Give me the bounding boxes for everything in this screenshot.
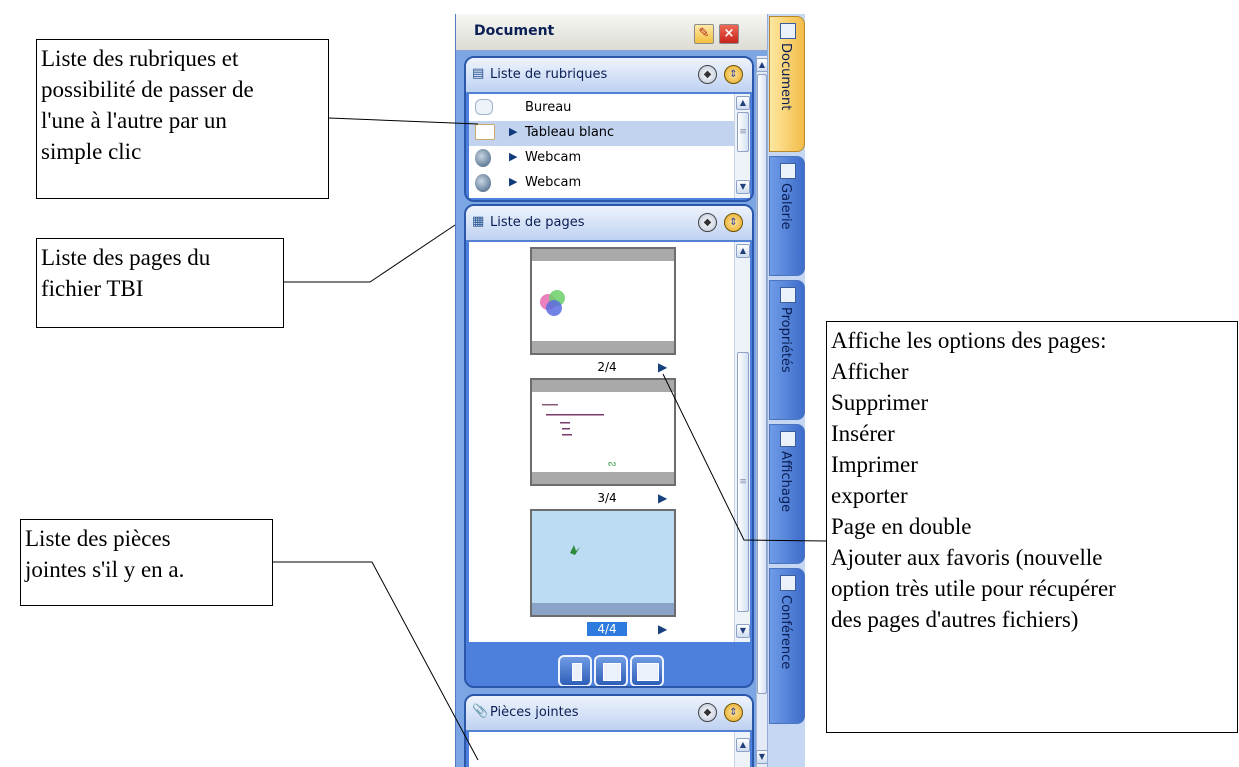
leader-pages bbox=[284, 224, 456, 283]
leader-options bbox=[662, 373, 827, 542]
callout-leader-lines bbox=[273, 117, 827, 761]
leader-rubriques bbox=[328, 117, 479, 125]
leader-pieces bbox=[273, 561, 479, 761]
